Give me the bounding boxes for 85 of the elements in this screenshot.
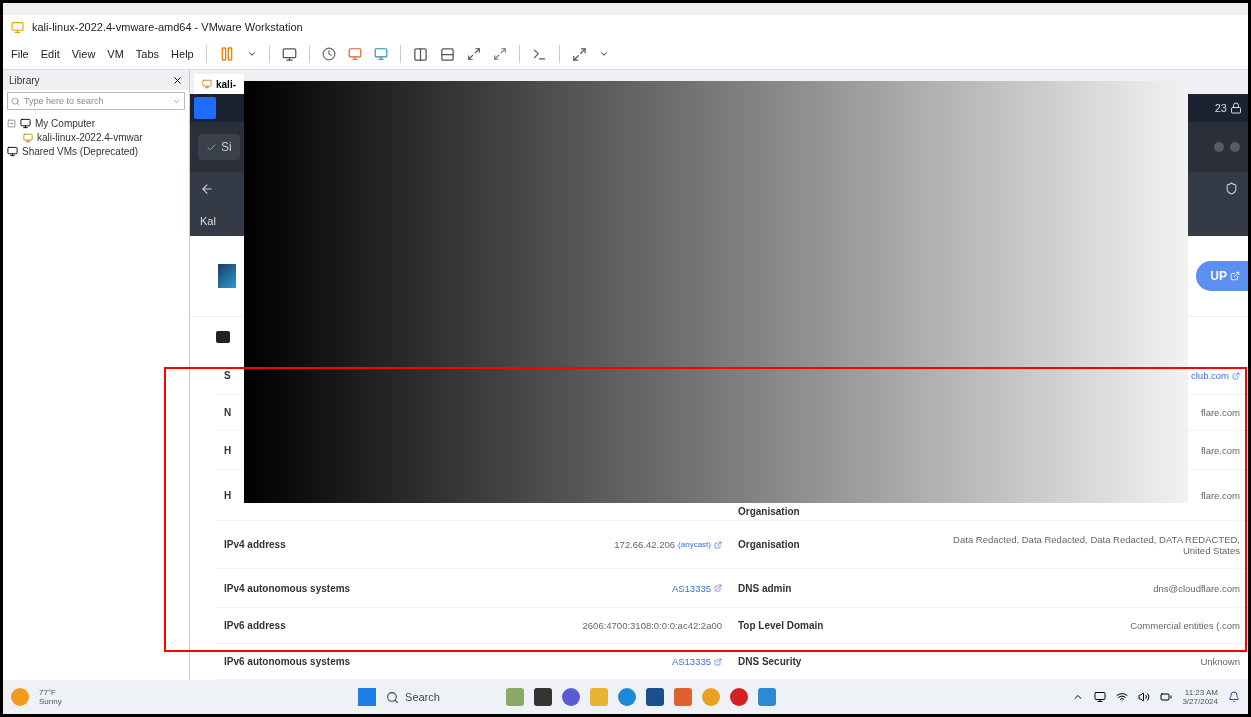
menu-item[interactable]: Help <box>171 48 194 60</box>
menu-item[interactable]: VM <box>107 48 124 60</box>
external-link-icon <box>1232 371 1240 380</box>
link-value[interactable]: AS13335 <box>671 582 711 594</box>
field-value: dns@cloudflare.com <box>1153 582 1240 594</box>
close-icon[interactable] <box>172 74 183 86</box>
field-value: 2606:4700:3108:0:0:0:ac42:2a00 <box>582 620 722 631</box>
fullscreen-icon[interactable] <box>466 47 481 61</box>
tree-item[interactable]: kali-linux-2022.4-vmwar <box>37 132 143 143</box>
search-field[interactable]: Type here to search <box>7 92 185 110</box>
vm-tab[interactable]: kali- <box>194 74 244 94</box>
search-icon <box>386 690 400 704</box>
menu-item[interactable]: Tabs <box>135 48 160 60</box>
clock-text: 23 <box>1214 102 1227 114</box>
field-label: Organisation <box>738 539 800 550</box>
external-link-icon <box>714 584 722 592</box>
tree-item[interactable]: My Computer <box>35 118 95 129</box>
field-label: H <box>224 444 232 456</box>
layout-icon[interactable] <box>412 46 428 62</box>
start-icon[interactable] <box>358 688 377 706</box>
window-dot[interactable] <box>1214 142 1224 152</box>
tree-item[interactable]: Shared VMs (Deprecated) <box>22 146 139 157</box>
temperature-text: 77°F <box>39 688 57 697</box>
collapse-icon[interactable] <box>7 119 16 128</box>
field-value: Commercial entities (.com <box>1130 620 1240 631</box>
stretch-icon[interactable] <box>571 46 587 62</box>
menu-item[interactable]: Edit <box>40 48 60 60</box>
monitor-icon <box>7 146 18 157</box>
field-label: DNS admin <box>738 582 792 594</box>
field-label: IPv6 address <box>224 620 286 631</box>
field-label: IPv4 address <box>224 539 286 550</box>
caret-icon[interactable] <box>598 49 609 59</box>
field-value: Unknown <box>1200 656 1240 667</box>
speaker-icon[interactable] <box>1138 691 1151 703</box>
field-label: N <box>224 407 232 418</box>
field-value: United States <box>1182 544 1240 556</box>
console-icon[interactable] <box>531 46 547 62</box>
lock-icon <box>1230 102 1242 114</box>
weather-text: Sunny <box>39 697 62 706</box>
clock-text: 11:23 AM <box>1184 688 1218 697</box>
field-value: flare.com <box>1200 489 1240 501</box>
link-value[interactable]: club.com <box>1191 370 1229 381</box>
field-label: Organisation <box>738 506 800 519</box>
field-label: Top Level Domain <box>738 620 824 631</box>
menu-item[interactable]: View <box>71 48 96 60</box>
panel-title: Library <box>9 74 40 86</box>
search-icon <box>11 96 20 106</box>
field-value: flare.com <box>1200 407 1240 418</box>
field-value: 172.66.42.206 <box>614 539 676 550</box>
date-text: 3/27/2024 <box>1182 697 1218 706</box>
monitor-icon <box>20 118 31 129</box>
check-icon <box>206 141 217 153</box>
field-label: IPv6 autonomous systems <box>224 656 351 667</box>
field-label: S <box>224 370 231 381</box>
window-dot[interactable] <box>1230 142 1240 152</box>
app-icon[interactable] <box>646 688 665 706</box>
field-label: IPv4 autonomous systems <box>224 582 351 594</box>
app-icon[interactable] <box>534 688 553 706</box>
external-link-icon <box>714 540 722 549</box>
vm-icon <box>23 132 33 143</box>
browser-tab[interactable]: Si <box>198 134 240 160</box>
field-label: H <box>224 489 232 501</box>
taskbar-search[interactable]: Search <box>386 690 497 704</box>
back-icon[interactable] <box>200 181 214 196</box>
shield-icon[interactable] <box>1225 182 1238 195</box>
app-icon <box>11 20 24 34</box>
menu-item[interactable]: File <box>11 48 29 60</box>
field-value: flare.com <box>1200 444 1240 456</box>
app-icon[interactable] <box>562 688 581 706</box>
wifi-icon[interactable] <box>1116 691 1129 703</box>
section-icon <box>216 331 230 343</box>
vm-icon <box>202 79 212 89</box>
window-title: kali-linux-2022.4-vmware-amd64 - VMware Workstation <box>32 21 303 33</box>
clock-icon[interactable] <box>321 47 336 61</box>
external-link-icon <box>1230 271 1240 281</box>
field-value: Data Redacted, Data Redacted, Data Redacted, DATA REDACTED, <box>953 533 1240 545</box>
anycast-link[interactable]: (anycast) <box>678 540 711 549</box>
caret-icon[interactable] <box>246 49 257 59</box>
site-logo <box>218 264 236 288</box>
field-label: DNS Security <box>738 656 802 667</box>
layout-icon[interactable] <box>439 46 455 62</box>
bell-icon[interactable] <box>1228 691 1240 703</box>
external-link-icon <box>714 657 722 666</box>
tray-icon[interactable] <box>1094 691 1107 703</box>
link-value[interactable]: AS13335 <box>671 656 711 667</box>
